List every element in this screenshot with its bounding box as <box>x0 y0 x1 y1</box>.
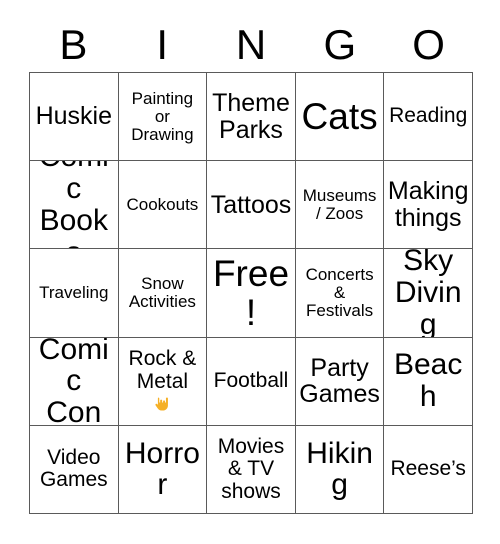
bingo-cell-r1-c1[interactable]: Huskie <box>30 73 119 162</box>
bingo-cell-label: Sky Diving <box>394 249 462 338</box>
bingo-cell-label: Beach <box>393 348 463 414</box>
bingo-grid: Huskie Painting or Drawing Theme Parks Cats… <box>29 72 473 514</box>
bingo-cell-label: Party Games <box>299 353 380 409</box>
bingo-cell-r2-c1[interactable]: Comic Books <box>30 161 119 250</box>
bingo-cell-r4-c3[interactable]: Football <box>207 337 296 426</box>
bingo-cell-r2-c5[interactable]: Making things <box>384 161 473 250</box>
header-letter-g-label: G <box>323 21 357 68</box>
bingo-header-letters: B I N G O <box>29 18 473 72</box>
bingo-cell-r3-c1[interactable]: Traveling <box>30 249 119 338</box>
bingo-cell-label: Comic Books <box>39 161 109 248</box>
bingo-cell-r3-c4[interactable]: Concerts & Festivals <box>295 249 385 338</box>
bingo-cell-label: Traveling <box>39 282 109 302</box>
bingo-cell-r2-c2[interactable]: Cookouts <box>118 161 208 250</box>
header-letter-n-label: N <box>235 21 267 68</box>
bingo-cell-r1-c5[interactable]: Reading <box>384 73 473 162</box>
sign-of-the-horns-emoji <box>152 394 172 414</box>
bingo-cell-label: Rock & Metal <box>128 347 197 393</box>
header-letter-i: I <box>118 18 207 72</box>
bingo-cell-r1-c2[interactable]: Painting or Drawing <box>118 73 208 162</box>
bingo-cell-r4-c4[interactable]: Party Games <box>295 337 385 426</box>
bingo-cell-r1-c3[interactable]: Theme Parks <box>207 73 296 162</box>
bingo-cell-r4-c1[interactable]: Comic Con <box>30 337 119 426</box>
bingo-cell-label: Making things <box>387 177 469 232</box>
header-letter-n: N <box>207 18 296 72</box>
bingo-cell-label: Hiking <box>306 436 373 502</box>
bingo-cell-r1-c4[interactable]: Cats <box>295 73 385 162</box>
bingo-cell-label: Cats <box>301 95 378 137</box>
bingo-card: B I N G O Huskie Painting or Drawing Theme… <box>0 0 500 544</box>
bingo-cell-r3-c2[interactable]: Snow Activities <box>118 249 208 338</box>
header-letter-o-label: O <box>412 21 445 68</box>
bingo-cell-label: Reading <box>389 104 468 128</box>
bingo-cell-label: Painting or Drawing <box>131 88 194 144</box>
bingo-cell-r5-c3[interactable]: Movies & TV shows <box>207 425 296 514</box>
bingo-cell-r5-c2[interactable]: Horror <box>118 425 208 514</box>
bingo-cell-r5-c5[interactable]: Reese’s <box>384 425 473 514</box>
bingo-cell-label: Free! <box>212 252 290 333</box>
bingo-cell-label: Reese’s <box>390 457 466 481</box>
bingo-cell-label: Huskie <box>35 102 112 131</box>
bingo-cell-label: Museums / Zoos <box>302 185 377 223</box>
bingo-cell-label: Concerts & Festivals <box>305 264 374 320</box>
header-letter-b-label: B <box>59 21 88 68</box>
bingo-cell-label: Comic Con <box>38 337 109 426</box>
bingo-cell-r4-c5[interactable]: Beach <box>384 337 473 426</box>
bingo-cell-label: Horror <box>124 436 200 502</box>
bingo-cell-r2-c4[interactable]: Museums / Zoos <box>295 161 385 250</box>
bingo-cell-label: Movies & TV shows <box>217 435 285 503</box>
bingo-cell-r5-c1[interactable]: Video Games <box>30 425 119 514</box>
bingo-cell-label: Tattoos <box>210 190 292 219</box>
bingo-cell-label: Video Games <box>39 446 108 492</box>
bingo-cell-r3-c5[interactable]: Sky Diving <box>384 249 473 338</box>
header-letter-i-label: I <box>156 21 169 68</box>
bingo-cell-label: Football <box>213 369 289 393</box>
bingo-cell-label: Theme Parks <box>212 89 290 144</box>
bingo-cell-label: Cookouts <box>126 194 199 214</box>
header-letter-g: G <box>295 18 384 72</box>
header-letter-o: O <box>384 18 473 72</box>
bingo-cell-r3-c3[interactable]: Free! <box>207 249 296 338</box>
bingo-cell-r5-c4[interactable]: Hiking <box>295 425 385 514</box>
header-letter-b: B <box>29 18 118 72</box>
bingo-cell-label: Snow Activities <box>128 273 196 311</box>
bingo-cell-r4-c2[interactable]: Rock & Metal <box>118 337 208 426</box>
bingo-cell-r2-c3[interactable]: Tattoos <box>207 161 296 250</box>
